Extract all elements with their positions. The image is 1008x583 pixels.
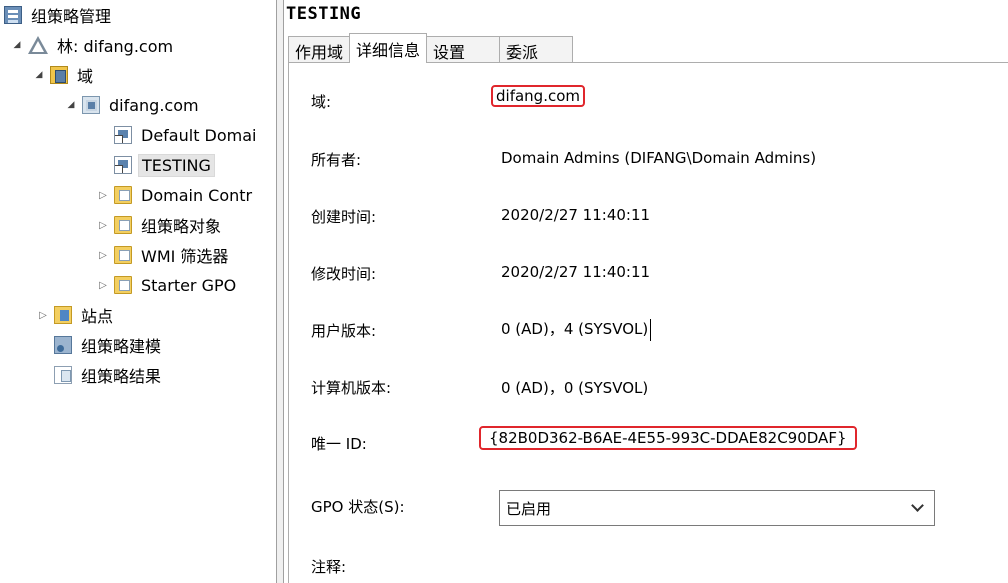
tree-item-label: WMI 筛选器 [141,247,229,266]
expand-icon[interactable] [96,188,110,202]
gpo-link-icon [114,126,132,144]
computer-version-value: 0 (AD)，0 (SYSVOL) [501,379,649,397]
gpo-status-select[interactable]: 已启用 [499,490,935,526]
tree-item-wmi-filters[interactable]: WMI 筛选器 [96,242,231,268]
tree-item-starter-gpo[interactable]: Starter GPO [96,272,239,298]
gpo-link-icon [114,156,132,174]
tree-item-gpm-root[interactable]: 组策略管理 [4,2,114,28]
owner-label: 所有者: [311,151,362,169]
gpo-status-selected: 已启用 [506,499,552,518]
tree-item-label: 组策略结果 [81,367,162,386]
computer-version-label: 计算机版本: [311,379,392,397]
tab-delegation[interactable]: 委派 [499,36,574,62]
domain-value: difang.com [491,85,585,107]
tree-item-label: 组策略建模 [81,337,162,356]
modeling-icon [54,336,72,354]
tab-settings[interactable]: 设置 [426,36,501,62]
tree-item-gp-modeling[interactable]: 组策略建模 [54,332,164,358]
comment-label: 注释: [311,558,347,576]
expand-icon[interactable] [36,308,50,322]
gpm-icon [4,6,22,24]
user-version-value[interactable]: 0 (AD)，4 (SYSVOL) [501,318,652,341]
modified-value: 2020/2/27 11:40:11 [501,263,651,281]
console-tree: 组策略管理 林: difang.com 域 difang.com Default… [0,0,276,583]
tree-item-label: 站点 [81,307,114,326]
wmi-folder-icon [114,246,132,264]
owner-value: Domain Admins (DIFANG\Domain Admins) [501,149,817,167]
expand-icon[interactable] [96,278,110,292]
details-panel: 域: difang.com 所有者: Domain Admins (DIFANG… [288,62,1008,583]
expand-icon[interactable] [96,248,110,262]
user-version-text: 0 (AD)，4 (SYSVOL) [501,320,649,338]
created-label: 创建时间: [311,208,377,226]
pane-splitter[interactable] [276,0,284,583]
starter-folder-icon [114,276,132,294]
tree-item-label: Starter GPO [141,275,237,295]
tree-item-label: 域 [77,67,94,86]
user-version-label: 用户版本: [311,322,377,340]
text-caret [650,318,652,341]
tab-details[interactable]: 详细信息 [349,33,428,63]
modified-label: 修改时间: [311,265,377,283]
ou-folder-icon [114,186,132,204]
results-icon [54,366,72,384]
domain-label: 域: [311,93,332,111]
domain-icon [82,96,100,114]
collapse-icon[interactable] [32,68,46,82]
tree-item-domain[interactable]: difang.com [64,92,202,118]
collapse-icon[interactable] [64,98,78,112]
tree-item-label: TESTING [138,153,215,177]
tree-item-sites[interactable]: 站点 [36,302,116,328]
gpo-folder-icon [114,216,132,234]
highlight-box: difang.com [491,85,585,107]
highlight-box: {82B0D362-B6AE-4E55-993C-DDAE82C90DAF} [479,426,857,450]
details-pane: TESTING 作用域 详细信息 设置 委派 域: difang.com 所有者… [284,0,1008,583]
tree-item-label: 林: difang.com [57,37,174,56]
chevron-down-icon [912,500,924,512]
tree-item-testing[interactable]: TESTING [114,152,215,178]
unique-id-label: 唯一 ID: [311,435,367,453]
pane-title: TESTING [286,4,362,24]
tree-item-label: 组策略对象 [141,217,222,236]
tree-item-label: 组策略管理 [31,7,112,26]
unique-id-value: {82B0D362-B6AE-4E55-993C-DDAE82C90DAF} [479,426,857,450]
tree-item-domains[interactable]: 域 [32,62,96,88]
gpo-status-label: GPO 状态(S): [311,498,405,516]
tree-item-label: Default Domai [141,125,257,145]
created-value: 2020/2/27 11:40:11 [501,206,651,224]
tab-scope[interactable]: 作用域 [288,36,351,62]
tab-strip: 作用域 详细信息 设置 委派 [288,33,574,63]
domains-folder-icon [50,66,68,84]
tree-item-forest[interactable]: 林: difang.com [10,32,176,58]
forest-icon [28,36,48,54]
tree-item-domain-controllers[interactable]: Domain Contr [96,182,255,208]
expand-icon[interactable] [96,218,110,232]
tree-item-label: Domain Contr [141,185,253,205]
sites-folder-icon [54,306,72,324]
tree-item-gpo-objects[interactable]: 组策略对象 [96,212,224,238]
tree-item-label: difang.com [109,95,199,115]
tree-item-default-domain-policy[interactable]: Default Domai [114,122,260,148]
collapse-icon[interactable] [10,38,24,52]
tree-item-gp-results[interactable]: 组策略结果 [54,362,164,388]
